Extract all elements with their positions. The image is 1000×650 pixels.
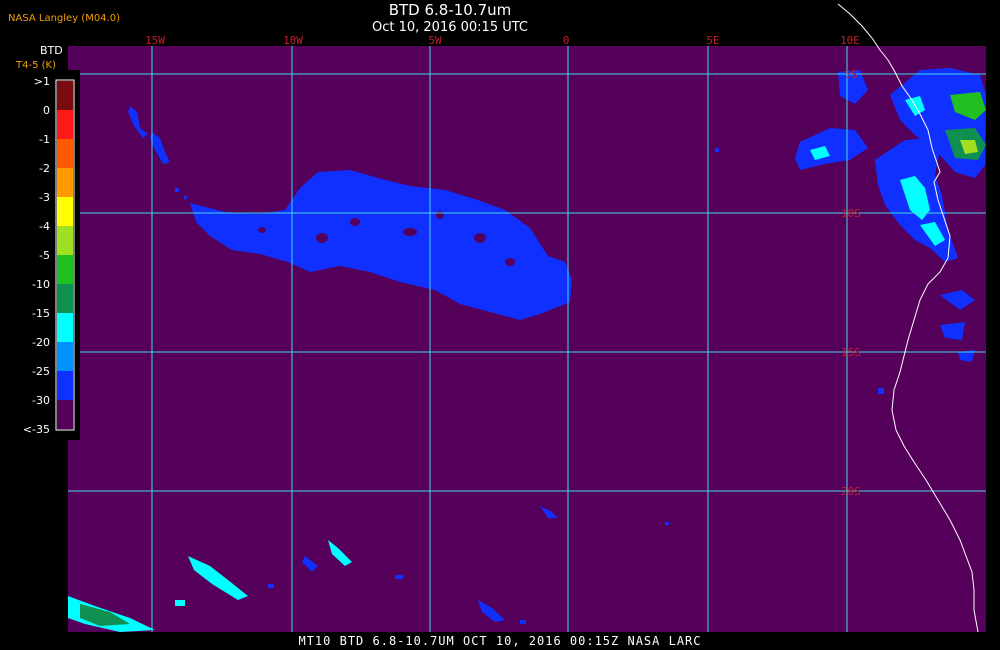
legend-label: -30 bbox=[32, 394, 50, 407]
legend-swatch bbox=[57, 313, 73, 342]
page-title: BTD 6.8-10.7um bbox=[388, 1, 512, 19]
lon-label-5w: 5W bbox=[428, 34, 442, 47]
legend-swatch bbox=[57, 255, 73, 284]
legend-label: -25 bbox=[32, 365, 50, 378]
legend-label: -4 bbox=[39, 220, 50, 233]
legend-title: BTD bbox=[40, 44, 63, 57]
lon-label-10w: 10W bbox=[283, 34, 303, 47]
legend-label: >1 bbox=[34, 75, 50, 88]
lat-label-10s: 10S bbox=[841, 207, 861, 220]
legend-swatch bbox=[57, 342, 73, 371]
timestamp: Oct 10, 2016 00:15 UTC bbox=[372, 20, 528, 35]
legend-label: -15 bbox=[32, 307, 50, 320]
footer-caption: MT10 BTD 6.8-10.7UM OCT 10, 2016 00:15Z … bbox=[298, 634, 702, 648]
longitude-labels: 15W 10W 5W 0 5E 10E bbox=[145, 34, 860, 47]
lon-label-10e: 10E bbox=[840, 34, 860, 47]
legend-swatch bbox=[57, 226, 73, 255]
legend-swatch bbox=[57, 139, 73, 168]
legend-swatch bbox=[57, 400, 73, 429]
legend-units: T4-5 (K) bbox=[16, 60, 56, 71]
lon-label-0: 0 bbox=[563, 34, 570, 47]
legend-label: -3 bbox=[39, 191, 50, 204]
legend-label: <-35 bbox=[23, 423, 50, 436]
lat-label-15s: 15S bbox=[841, 346, 861, 359]
legend-label: -5 bbox=[39, 249, 50, 262]
legend-label: -10 bbox=[32, 278, 50, 291]
legend-label: 0 bbox=[43, 104, 50, 117]
legend-swatch bbox=[57, 284, 73, 313]
lon-label-5e: 5E bbox=[706, 34, 719, 47]
legend-swatch bbox=[57, 110, 73, 139]
lon-label-15w: 15W bbox=[145, 34, 165, 47]
legend-label: -1 bbox=[39, 133, 50, 146]
satellite-map: 15W 10W 5W 0 5E 10E 5S 10S 15S 20S >1 0 -1… bbox=[0, 3, 986, 633]
legend-label: -20 bbox=[32, 336, 50, 349]
legend-swatch bbox=[57, 81, 73, 110]
legend-swatch bbox=[57, 371, 73, 400]
color-legend: >1 0 -1 -2 -3 -4 -5 -10 -15 -20 -25 -30 <-35 bbox=[0, 70, 80, 440]
legend-swatch bbox=[57, 168, 73, 197]
lat-label-20s: 20S bbox=[841, 485, 861, 498]
legend-swatch bbox=[57, 197, 73, 226]
legend-label: -2 bbox=[39, 162, 50, 175]
lat-label-5s: 5S bbox=[844, 68, 857, 81]
